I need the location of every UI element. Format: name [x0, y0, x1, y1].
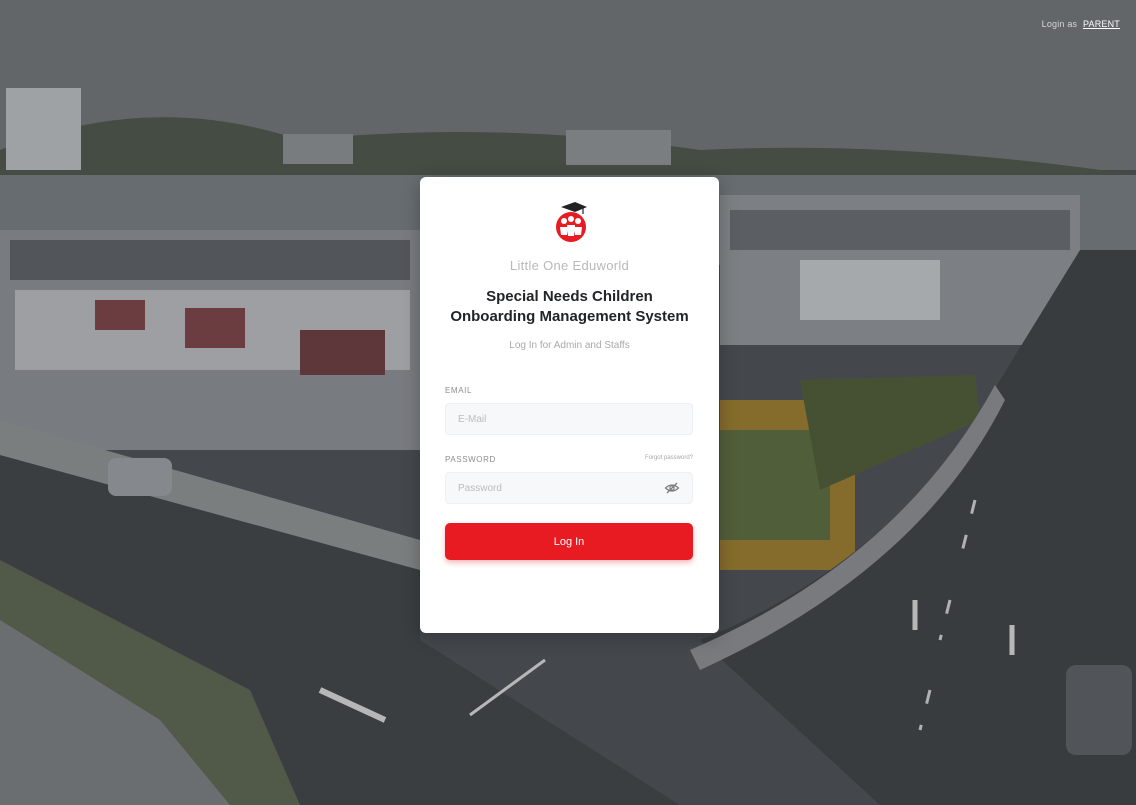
parent-login-link[interactable]: PARENT — [1083, 19, 1120, 29]
login-subtitle: Log In for Admin and Staffs — [509, 340, 630, 351]
brand-name: Little One Eduworld — [509, 258, 630, 273]
login-as-parent: Login as PARENT — [1042, 19, 1120, 29]
email-field[interactable] — [445, 403, 693, 435]
title-line-2: Onboarding Management System — [450, 308, 689, 325]
login-as-prefix: Login as — [1041, 19, 1078, 29]
little-one-logo-icon — [556, 202, 587, 242]
password-field[interactable] — [445, 472, 693, 504]
email-label: EMAIL — [445, 386, 473, 395]
login-button[interactable]: Log In — [445, 523, 693, 560]
eye-off-icon[interactable] — [664, 480, 680, 496]
password-label: PASSWORD — [445, 455, 496, 464]
title-line-1: Special Needs Children — [486, 288, 653, 305]
forgot-password-link[interactable]: Forgot password? — [645, 455, 693, 461]
page-title: Special Needs Children Onboarding Manage… — [420, 287, 719, 327]
login-card: Little One Eduworld Special Needs Childr… — [420, 177, 719, 633]
